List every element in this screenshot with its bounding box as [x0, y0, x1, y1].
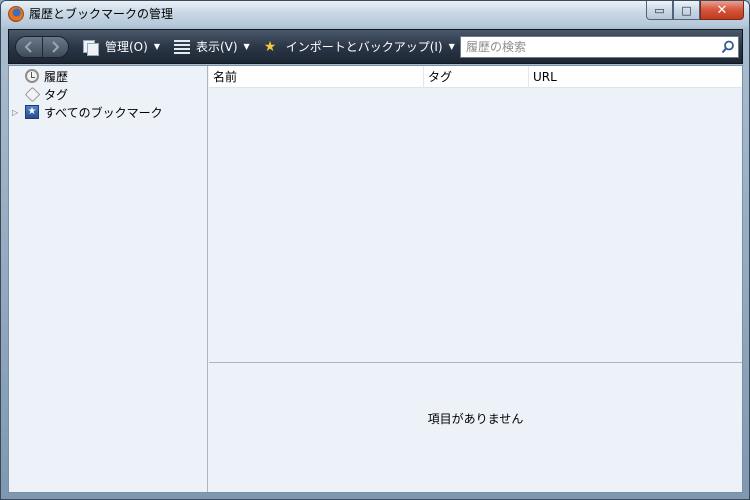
- column-header-name[interactable]: 名前: [209, 66, 424, 88]
- window-title: 履歴とブックマークの管理: [29, 7, 174, 21]
- window-controls: ▭ □ ✕: [646, 1, 744, 21]
- chevron-right-icon: [52, 40, 60, 53]
- view-label: 表示(V): [195, 40, 238, 54]
- maximize-icon: □: [681, 3, 692, 17]
- firefox-icon[interactable]: [8, 6, 24, 22]
- places-list-panel: 名前 タグ URL 項目がありません: [209, 66, 742, 492]
- library-toolbar: 管理(O) ▼ 表示(V) ▼ ★ インポートとバックアップ(I) ▼: [8, 29, 743, 64]
- clock-icon: [24, 68, 40, 84]
- dropdown-arrow-icon: ▼: [448, 42, 455, 51]
- library-content: 履歴 タグ ▷ ★ すべてのブックマーク 名前 タグ URL 項目がありません: [8, 65, 743, 493]
- column-header-url[interactable]: URL: [529, 66, 742, 88]
- dropdown-arrow-icon: ▼: [243, 42, 250, 51]
- chevron-left-icon: [24, 40, 32, 53]
- tree-item-all-bookmarks[interactable]: ▷ ★ すべてのブックマーク: [9, 103, 208, 121]
- organize-label: 管理(O): [105, 40, 148, 54]
- places-tree[interactable]: 履歴 タグ ▷ ★ すべてのブックマーク: [9, 66, 208, 492]
- view-menu[interactable]: 表示(V) ▼: [173, 35, 250, 59]
- minimize-icon: ▭: [654, 3, 665, 17]
- empty-message: 項目がありません: [427, 412, 524, 426]
- import-star-icon: ★: [263, 38, 277, 55]
- nav-buttons: [15, 35, 69, 58]
- maximize-button[interactable]: □: [673, 1, 700, 20]
- back-button[interactable]: [16, 37, 42, 57]
- dropdown-arrow-icon: ▼: [153, 42, 160, 51]
- tree-item-tags[interactable]: タグ: [9, 85, 208, 103]
- organize-icon: [83, 39, 99, 56]
- history-search-box: [460, 35, 739, 58]
- forward-button[interactable]: [41, 36, 69, 57]
- organize-menu[interactable]: 管理(O) ▼: [83, 35, 160, 59]
- tree-item-label: タグ: [44, 87, 69, 102]
- column-header-tags[interactable]: タグ: [424, 66, 529, 88]
- close-icon: ✕: [716, 2, 728, 18]
- library-window: 履歴とブックマークの管理 ▭ □ ✕ 管理(O) ▼ 表示(V) ▼ ★ インポ…: [0, 0, 750, 500]
- import-backup-label: インポートとバックアップ(I): [285, 40, 443, 54]
- tree-item-label: すべてのブックマーク: [44, 105, 163, 120]
- tree-item-label: 履歴: [44, 69, 69, 84]
- close-button[interactable]: ✕: [700, 1, 744, 20]
- tag-icon: [24, 86, 40, 102]
- details-pane: 項目がありません: [209, 362, 742, 492]
- title-bar[interactable]: 履歴とブックマークの管理 ▭ □ ✕: [1, 1, 749, 27]
- tree-item-history[interactable]: 履歴: [9, 67, 208, 85]
- minimize-button[interactable]: ▭: [646, 1, 673, 20]
- search-input[interactable]: [466, 37, 718, 56]
- expand-triangle-icon[interactable]: ▷: [12, 108, 24, 117]
- places-list[interactable]: [209, 89, 742, 361]
- search-icon[interactable]: [718, 40, 738, 54]
- view-list-icon: [173, 39, 190, 54]
- column-headers: 名前 タグ URL: [209, 66, 742, 88]
- bookmarks-icon: ★: [24, 104, 40, 120]
- import-backup-menu[interactable]: ★ インポートとバックアップ(I) ▼: [264, 35, 455, 59]
